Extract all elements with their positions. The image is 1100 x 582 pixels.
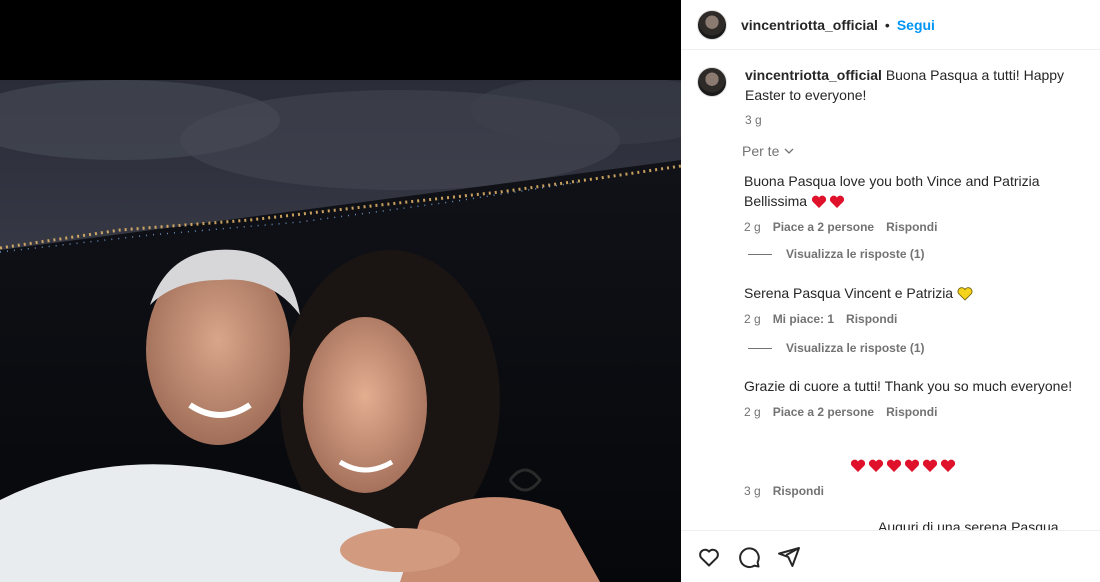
view-replies-button[interactable]: Visualizza le risposte (1): [748, 247, 925, 261]
comment-item: 3 g Rispondi: [744, 455, 1099, 498]
comment-time: 3 g: [744, 484, 761, 498]
selfie-image: [0, 80, 681, 582]
post-header: vincentriotta_official • Segui: [681, 0, 1100, 50]
share-icon[interactable]: [777, 545, 801, 569]
comment-likes[interactable]: Mi piace: 1: [773, 312, 834, 326]
author-avatar[interactable]: [697, 9, 727, 40]
post-caption: vincentriotta_official Buona Pasqua a tu…: [697, 65, 1097, 127]
post-photo[interactable]: [0, 80, 681, 582]
comment-text: Auguri di una serena Pasqua grande: [878, 519, 1059, 530]
follow-button[interactable]: Segui: [897, 17, 935, 33]
comment-time: 2 g: [744, 405, 761, 419]
comment-likes[interactable]: Piace a 2 persone: [773, 405, 874, 419]
reply-button[interactable]: Rispondi: [773, 484, 824, 498]
caption-time: 3 g: [745, 113, 762, 127]
separator-dot: •: [884, 16, 890, 33]
comment-item: Buona Pasqua love you both Vince and Pat…: [744, 171, 1099, 234]
comment-item: Auguri di una serena Pasqua grande: [744, 517, 1099, 530]
view-replies-label: Visualizza le risposte (1): [786, 247, 925, 261]
sort-dropdown[interactable]: Per te: [742, 143, 795, 159]
reply-button[interactable]: Rispondi: [886, 220, 937, 234]
post-media[interactable]: [0, 0, 681, 582]
comment-icon[interactable]: [737, 545, 761, 569]
red-heart-emoji: [811, 195, 845, 209]
post-sidebar: vincentriotta_official • Segui vincentri…: [681, 0, 1100, 582]
sort-label: Per te: [742, 143, 780, 159]
comment-text: Serena Pasqua Vincent e Patrizia: [744, 285, 954, 301]
comment-likes[interactable]: Piace a 2 persone: [773, 220, 874, 234]
comment-text: Buona Pasqua love you both Vince and Pat…: [744, 173, 1040, 209]
reply-button[interactable]: Rispondi: [886, 405, 937, 419]
replies-divider: [748, 253, 772, 255]
comments-list[interactable]: vincentriotta_official Buona Pasqua a tu…: [681, 51, 1100, 530]
comment-item: Serena Pasqua Vincent e Patrizia 2 g Mi …: [744, 283, 1099, 326]
post-action-bar: [681, 530, 1100, 582]
view-replies-label: Visualizza le risposte (1): [786, 341, 925, 355]
red-heart-emoji: [850, 459, 956, 473]
comment-time: 2 g: [744, 220, 761, 234]
comment-text: Grazie di cuore a tutti! Thank you so mu…: [744, 378, 1073, 394]
replies-divider: [748, 347, 772, 349]
comment-item: Grazie di cuore a tutti! Thank you so mu…: [744, 376, 1099, 419]
reply-button[interactable]: Rispondi: [846, 312, 897, 326]
heart-icon[interactable]: [697, 545, 721, 569]
caption-avatar[interactable]: [697, 67, 727, 97]
comment-time: 2 g: [744, 312, 761, 326]
yellow-heart-emoji: [957, 287, 973, 301]
caption-username[interactable]: vincentriotta_official: [745, 67, 882, 83]
chevron-down-icon: [784, 148, 794, 154]
author-username[interactable]: vincentriotta_official: [741, 17, 878, 33]
view-replies-button[interactable]: Visualizza le risposte (1): [748, 341, 925, 355]
